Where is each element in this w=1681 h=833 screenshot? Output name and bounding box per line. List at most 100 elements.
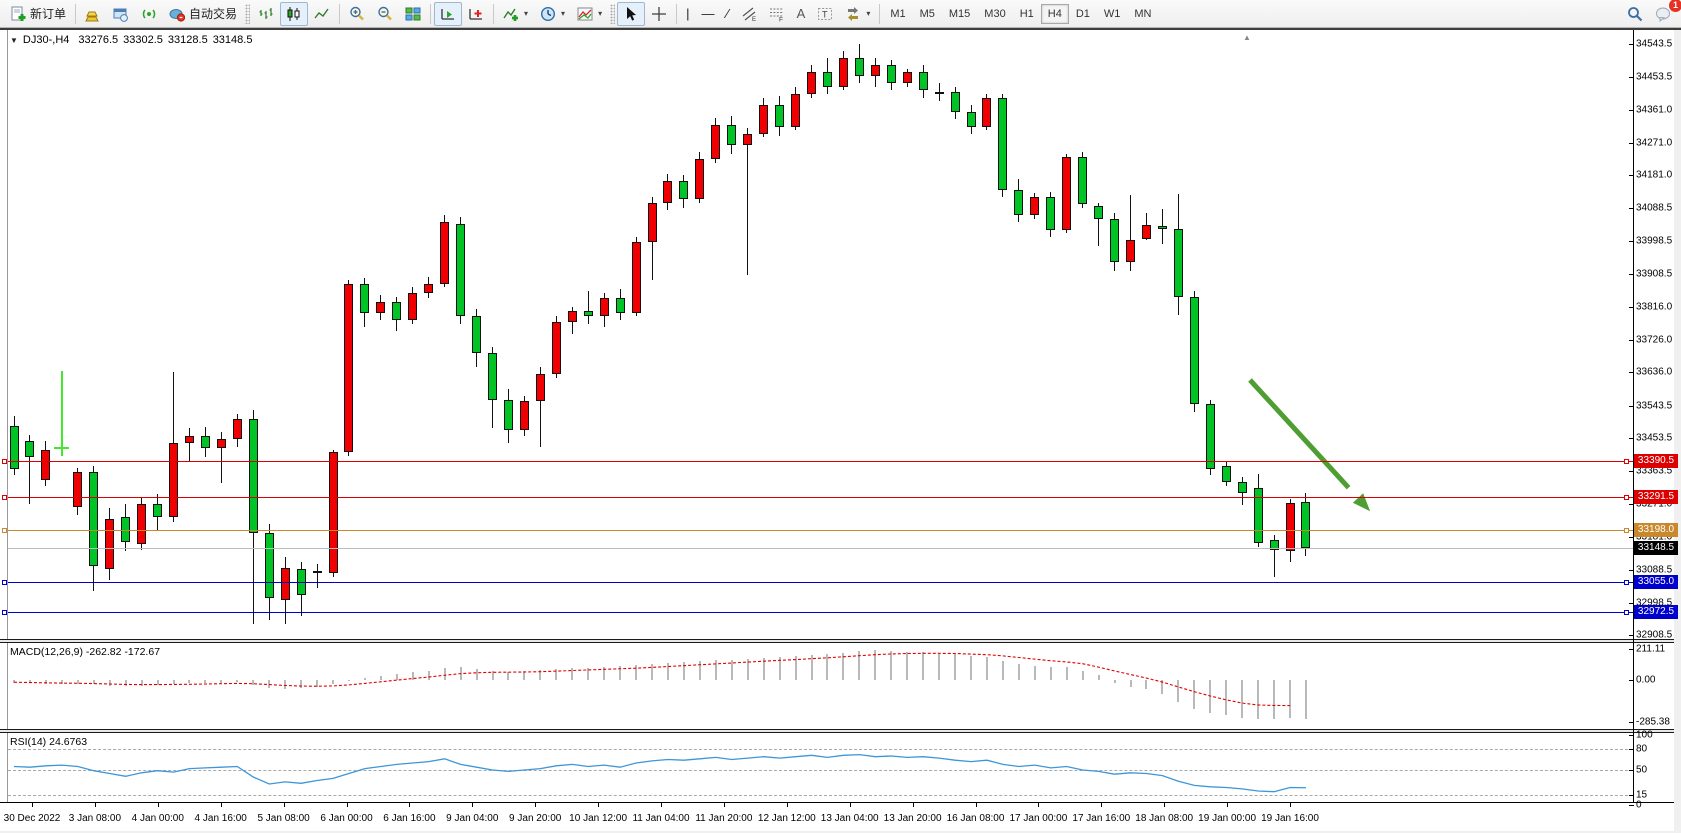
price-axis-label: 33088.5 xyxy=(1636,565,1674,576)
line-handle[interactable] xyxy=(2,528,7,533)
timeframe-button-h1[interactable]: H1 xyxy=(1013,4,1041,24)
line-handle[interactable] xyxy=(1624,495,1629,500)
time-axis-tick xyxy=(850,803,851,807)
time-axis-label: 17 Jan 00:00 xyxy=(1009,813,1067,824)
time-axis-tick xyxy=(347,803,348,807)
price-line-level[interactable] xyxy=(8,530,1633,531)
timeframe-button-d1[interactable]: D1 xyxy=(1069,4,1097,24)
time-axis-label: 19 Jan 16:00 xyxy=(1261,813,1319,824)
rsi-axis-tick xyxy=(1629,805,1634,806)
price-line-badge: 33291.5 xyxy=(1634,490,1678,504)
separator xyxy=(75,4,76,24)
timeframe-button-m5[interactable]: M5 xyxy=(913,4,942,24)
fibonacci-button[interactable]: F xyxy=(763,2,791,26)
macd-axis-label: 211.11 xyxy=(1636,643,1674,654)
auto-scroll-button[interactable] xyxy=(434,2,462,26)
indicators-button[interactable]: ▾ xyxy=(497,2,534,26)
price-axis-label: 34543.5 xyxy=(1636,39,1674,50)
zoom-out-button[interactable] xyxy=(371,2,399,26)
time-axis-label: 5 Jan 08:00 xyxy=(257,813,309,824)
tile-windows-button[interactable] xyxy=(399,2,427,26)
equidistant-channel-button[interactable]: E xyxy=(735,2,763,26)
signals-button[interactable] xyxy=(135,2,163,26)
auto-trading-label: 自动交易 xyxy=(189,5,237,22)
price-axis-label: 32908.5 xyxy=(1636,630,1674,641)
trendline-icon: ∕ xyxy=(726,7,728,20)
line-chart-icon xyxy=(314,6,330,22)
new-order-icon xyxy=(10,6,26,22)
price-axis-label: 34271.0 xyxy=(1636,137,1674,148)
price-line-badge: 33055.0 xyxy=(1634,575,1678,589)
line-handle[interactable] xyxy=(1624,459,1629,464)
time-axis-tick xyxy=(409,803,410,807)
service-group: 自动交易 xyxy=(79,1,243,27)
main-toolbar: 新订单 自动交易 xyxy=(0,0,1681,28)
search-button[interactable] xyxy=(1621,2,1649,26)
periods-button[interactable]: ▾ xyxy=(534,2,571,26)
toolbar-drag-handle[interactable] xyxy=(245,4,250,24)
line-handle[interactable] xyxy=(1624,610,1629,615)
current-price-line xyxy=(8,548,1633,549)
line-handle[interactable] xyxy=(2,459,7,464)
tile-windows-icon xyxy=(405,6,421,22)
bar-chart-button[interactable] xyxy=(252,2,280,26)
rsi-axis-label: 15 xyxy=(1636,789,1674,800)
svg-text:T: T xyxy=(822,9,828,19)
line-chart-button[interactable] xyxy=(308,2,336,26)
notifications-button[interactable]: 1 xyxy=(1649,2,1677,26)
line-handle[interactable] xyxy=(1624,580,1629,585)
time-axis-label: 3 Jan 08:00 xyxy=(69,813,121,824)
price-line-support[interactable] xyxy=(8,612,1633,613)
time-axis-label: 13 Jan 04:00 xyxy=(821,813,879,824)
zoom-in-button[interactable] xyxy=(343,2,371,26)
line-handle[interactable] xyxy=(2,580,7,585)
crosshair-button[interactable] xyxy=(645,2,673,26)
timeframe-button-h4[interactable]: H4 xyxy=(1041,4,1069,24)
timeframe-button-m15[interactable]: M15 xyxy=(942,4,977,24)
price-line-support[interactable] xyxy=(8,582,1633,583)
chart-shift-button[interactable] xyxy=(462,2,490,26)
market-watch-button[interactable] xyxy=(79,2,107,26)
candlestick-chart-icon xyxy=(286,6,302,22)
price-line-resistance[interactable] xyxy=(8,497,1633,498)
trendline-button[interactable]: ∕ xyxy=(720,2,734,26)
line-handle[interactable] xyxy=(2,495,7,500)
time-axis-label: 6 Jan 00:00 xyxy=(320,813,372,824)
line-handle[interactable] xyxy=(1624,528,1629,533)
timeframe-button-mn[interactable]: MN xyxy=(1127,4,1158,24)
chart-type-group xyxy=(252,1,336,27)
price-line-resistance[interactable] xyxy=(8,461,1633,462)
time-axis-tick xyxy=(32,803,33,807)
chart-window[interactable]: ▼ DJ30-,H4 33276.5 33302.5 33128.5 33148… xyxy=(0,28,1681,831)
separator xyxy=(339,4,340,24)
text-label-button[interactable]: T xyxy=(811,2,839,26)
text-button[interactable]: A xyxy=(791,2,812,26)
time-axis-tick xyxy=(1164,803,1165,807)
line-handle[interactable] xyxy=(2,610,7,615)
shapes-button[interactable]: ▾ xyxy=(839,2,876,26)
time-axis-label: 10 Jan 12:00 xyxy=(569,813,627,824)
auto-trading-icon xyxy=(169,6,185,22)
time-axis-tick xyxy=(976,803,977,807)
cursor-button[interactable] xyxy=(617,2,645,26)
notification-badge: 1 xyxy=(1669,0,1681,12)
new-order-button[interactable]: 新订单 xyxy=(4,2,72,26)
candlestick-chart-button[interactable] xyxy=(280,2,308,26)
auto-trading-button[interactable]: 自动交易 xyxy=(163,2,243,26)
timeframe-button-m1[interactable]: M1 xyxy=(883,4,912,24)
vertical-line-button[interactable]: | xyxy=(680,2,695,26)
zoom-in-icon xyxy=(349,6,365,22)
price-axis-label: 34088.5 xyxy=(1636,203,1674,214)
price-axis-label: 33816.0 xyxy=(1636,302,1674,313)
timeframe-button-w1[interactable]: W1 xyxy=(1097,4,1128,24)
toolbar-drag-handle[interactable] xyxy=(610,4,615,24)
price-axis-label: 33908.5 xyxy=(1636,268,1674,279)
time-axis-tick xyxy=(95,803,96,807)
navigator-button[interactable] xyxy=(107,2,135,26)
timeframe-button-m30[interactable]: M30 xyxy=(977,4,1012,24)
templates-button[interactable]: ▾ xyxy=(571,2,608,26)
dropdown-arrow-icon: ▾ xyxy=(524,9,528,18)
horizontal-line-button[interactable]: — xyxy=(695,2,720,26)
time-axis-tick xyxy=(913,803,914,807)
signal-icon xyxy=(141,6,157,22)
